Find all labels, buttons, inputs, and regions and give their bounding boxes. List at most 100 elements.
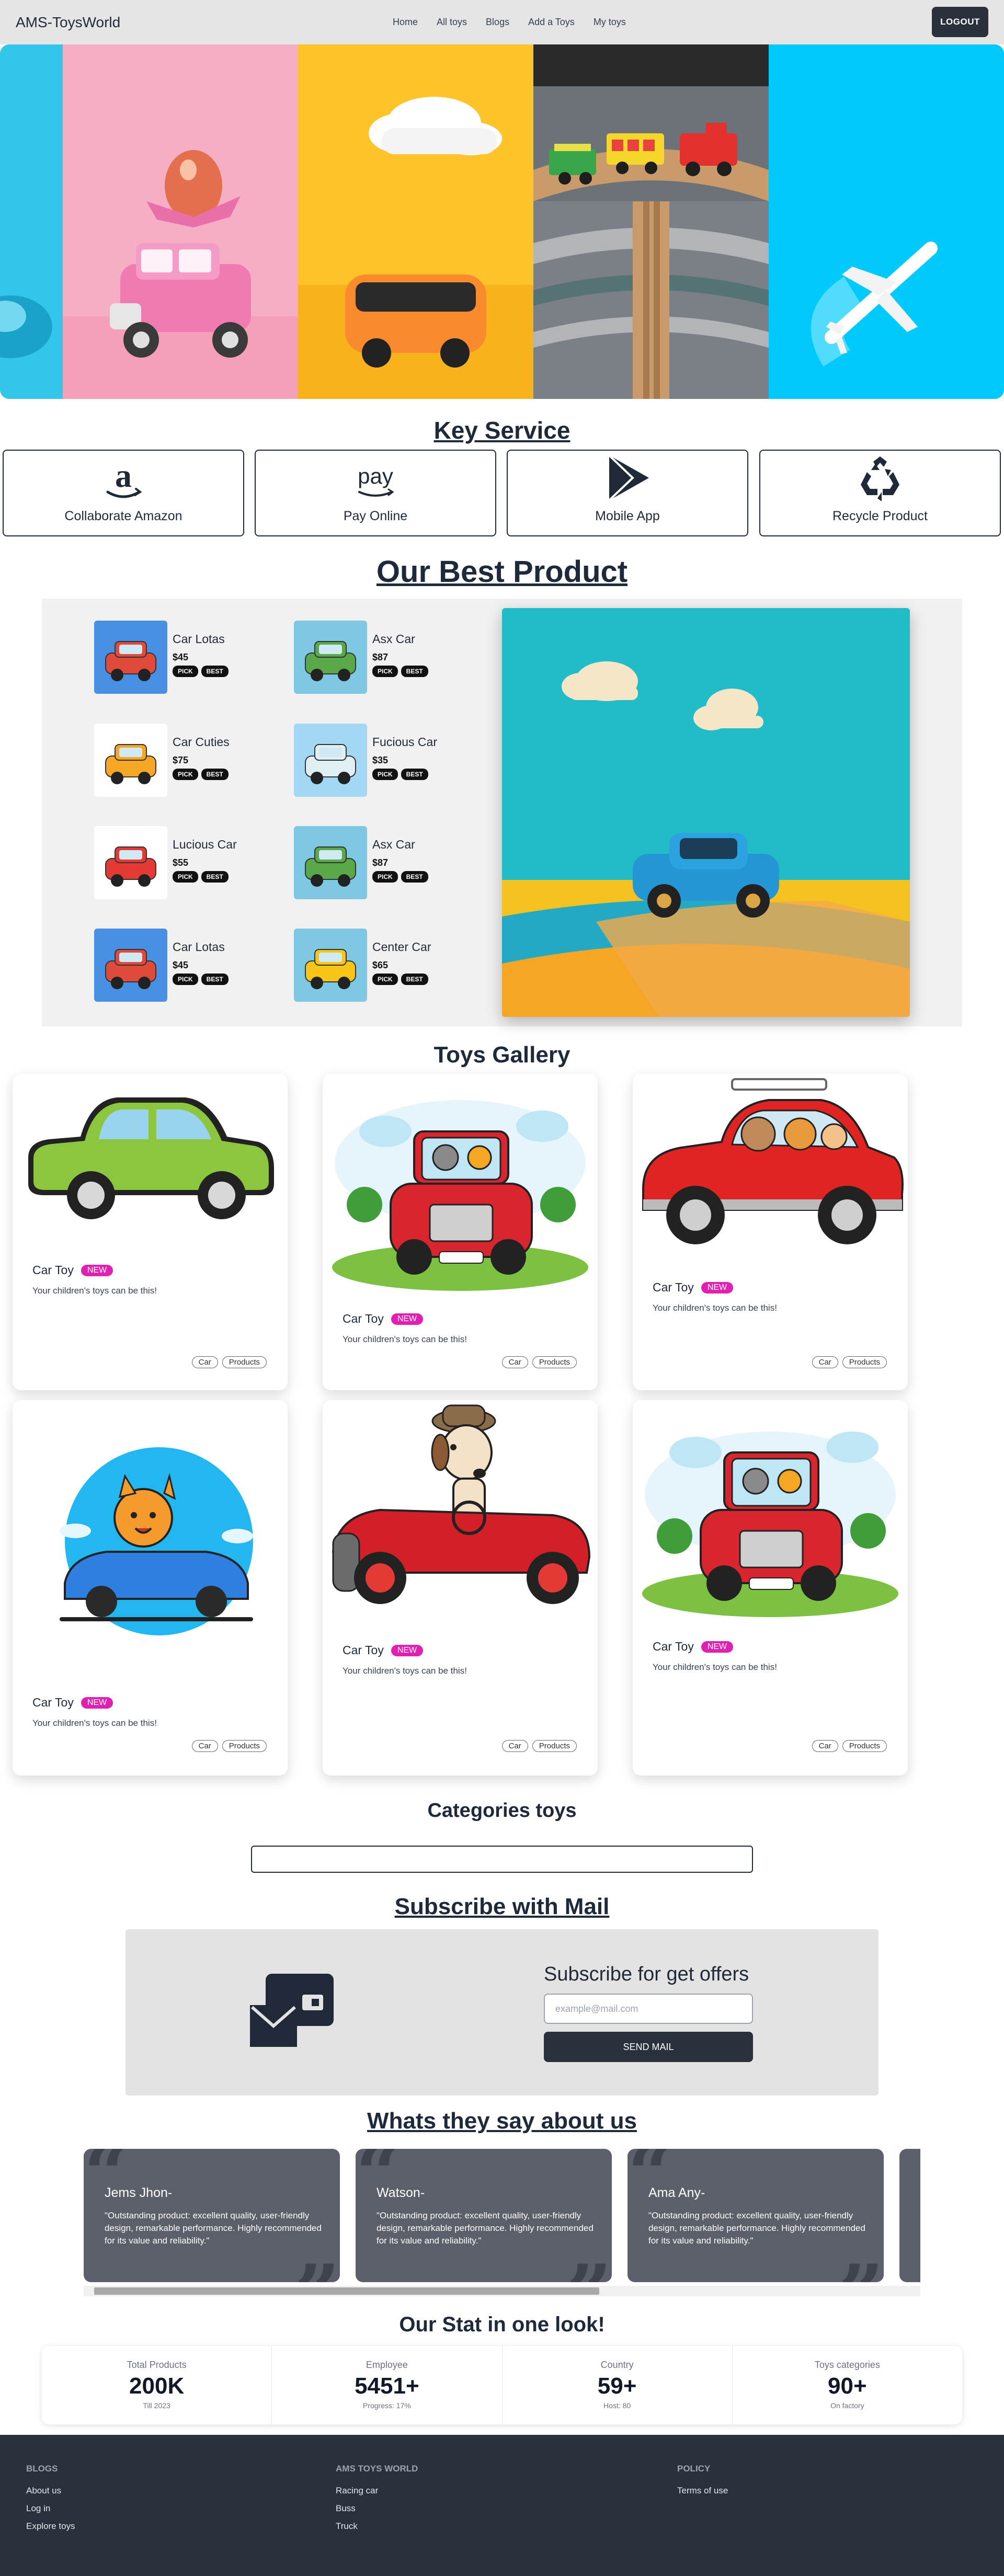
gallery-card[interactable]: Car Toy NEW Your children's toys can be … (633, 1400, 908, 1776)
chip-products[interactable]: Products (532, 1356, 577, 1368)
stat-desc: Host: 80 (603, 2401, 631, 2410)
chip-products[interactable]: Products (842, 1356, 887, 1368)
stat-toys-categories: Toys categories 90+ On factory (733, 2346, 962, 2424)
stat-total-products: Total Products 200K Till 2023 (42, 2346, 272, 2424)
testimonials-carousel[interactable]: “ ” Jems Jhon- "Outstanding product: exc… (84, 2149, 920, 2300)
product-item[interactable]: Fucious Car $35 PICK BEST (294, 724, 482, 802)
toy-car-icon (305, 641, 356, 681)
gallery-card[interactable]: Car Toy NEW Your children's toys can be … (13, 1074, 288, 1390)
logout-button[interactable]: LOGOUT (932, 7, 988, 37)
stats-title: Our Stat in one look! (399, 2313, 605, 2336)
chip-products[interactable]: Products (532, 1740, 577, 1752)
pick-tag: PICK (173, 666, 198, 677)
footer-link-truck[interactable]: Truck (336, 2521, 418, 2532)
product-item[interactable]: Car Lotas $45 PICK BEST (94, 929, 282, 1007)
gallery-image-dog-cat-car (332, 1100, 588, 1291)
footer-link-racing-car[interactable]: Racing car (336, 2486, 418, 2496)
key-service-title: Key Service (433, 417, 571, 444)
nav-link-all-toys[interactable]: All toys (427, 17, 476, 28)
gallery-image-green-car (28, 1097, 274, 1219)
new-badge: NEW (391, 1644, 424, 1656)
product-price: $75 (173, 755, 189, 765)
best-tag: BEST (401, 974, 428, 985)
best-tag: BEST (201, 769, 229, 780)
best-tag: BEST (201, 871, 229, 883)
nav-menu: Home All toys Blogs Add a Toys My toys (383, 0, 635, 44)
chip-products[interactable]: Products (222, 1356, 267, 1368)
gallery-card[interactable]: Car Toy NEW Your children's toys can be … (633, 1074, 908, 1390)
service-card-mobile-app[interactable]: Mobile App (507, 450, 748, 536)
chip-car[interactable]: Car (812, 1356, 838, 1368)
chip-products[interactable]: Products (222, 1740, 267, 1752)
hero-image-pink-truck (63, 44, 298, 399)
best-tag: BEST (401, 666, 428, 677)
footer-heading: AMS TOYS WORLD (336, 2464, 418, 2474)
chip-car[interactable]: Car (501, 1740, 528, 1752)
nav-link-blogs[interactable]: Blogs (476, 17, 519, 28)
product-item[interactable]: Asx Car $87 PICK BEST (294, 621, 482, 699)
hero-panel-train (533, 44, 769, 399)
pick-tag: PICK (372, 871, 398, 883)
product-price: $87 (372, 857, 389, 868)
product-price: $65 (372, 960, 389, 970)
product-item[interactable]: Asx Car $87 PICK BEST (294, 826, 482, 905)
best-product-title: Our Best Product (376, 555, 628, 589)
gallery-card[interactable]: Car Toy NEW Your children's toys can be … (13, 1400, 288, 1776)
card-title: Car Toy (343, 1312, 384, 1325)
send-mail-button[interactable]: SEND MAIL (544, 2032, 753, 2062)
card-description: Your children's toys can be this! (343, 1334, 467, 1344)
quote-close-icon: ” (295, 2248, 340, 2282)
new-badge: NEW (81, 1697, 113, 1709)
chip-products[interactable]: Products (842, 1740, 887, 1752)
product-thumbnail (94, 724, 167, 797)
email-input[interactable]: example@mail.com (544, 1994, 753, 2024)
hero-panel-plane (769, 44, 1004, 399)
best-tag: BEST (401, 769, 428, 780)
testimonial-card-partial (899, 2149, 920, 2282)
footer-link-explore[interactable]: Explore toys (26, 2521, 75, 2532)
stat-title: Country (600, 2360, 634, 2370)
chip-car[interactable]: Car (191, 1740, 218, 1752)
footer-link-login[interactable]: Log in (26, 2503, 75, 2514)
nav-link-my-toys[interactable]: My toys (584, 17, 635, 28)
product-item[interactable]: Car Cuties $75 PICK BEST (94, 724, 282, 802)
testimonial-card: “ ” Watson- "Outstanding product: excell… (356, 2149, 612, 2282)
chip-car[interactable]: Car (501, 1356, 528, 1368)
toy-car-icon (105, 949, 156, 989)
gallery-card[interactable]: Car Toy NEW Your children's toys can be … (323, 1074, 598, 1390)
service-card-pay[interactable]: pay Pay Online (255, 450, 496, 536)
nav-link-add-toys[interactable]: Add a Toys (519, 17, 584, 28)
service-card-amazon[interactable]: a Collaborate Amazon (3, 450, 244, 536)
stat-value: 59+ (597, 2373, 637, 2399)
gallery-card[interactable]: Car Toy NEW Your children's toys can be … (323, 1400, 598, 1776)
chip-car[interactable]: Car (812, 1740, 838, 1752)
card-description: Your children's toys can be this! (32, 1718, 157, 1728)
card-title-row: Car Toy NEW (32, 1263, 113, 1277)
service-label: Mobile App (595, 509, 660, 523)
stat-employee: Employee 5451+ Progress: 17% (272, 2346, 503, 2424)
product-price: $45 (173, 652, 189, 662)
chip-car[interactable]: Car (191, 1356, 218, 1368)
footer-link-about[interactable]: About us (26, 2486, 75, 2496)
categories-tab-container[interactable] (251, 1846, 753, 1873)
testimonial-name: Jems Jhon- (105, 2185, 173, 2200)
footer-col-policy: POLICY Terms of use (677, 2464, 728, 2503)
quote-close-icon: ” (567, 2248, 612, 2282)
card-title: Car Toy (32, 1263, 74, 1277)
product-item[interactable]: Lucious Car $55 PICK BEST (94, 826, 282, 905)
footer-link-terms[interactable]: Terms of use (677, 2486, 728, 2496)
carousel-scrollbar-thumb[interactable] (94, 2287, 599, 2295)
toy-car-icon (105, 846, 156, 887)
pick-tag: PICK (173, 769, 198, 780)
product-item[interactable]: Center Car $65 PICK BEST (294, 929, 482, 1007)
featured-blue-car-image (502, 608, 910, 1017)
toy-car-icon (305, 846, 356, 887)
product-thumbnail (294, 826, 367, 899)
brand-logo[interactable]: AMS-ToysWorld (16, 14, 120, 31)
service-card-recycle[interactable]: Recycle Product (759, 450, 1001, 536)
footer-link-buss[interactable]: Buss (336, 2503, 418, 2514)
nav-link-home[interactable]: Home (383, 17, 427, 28)
product-item[interactable]: Car Lotas $45 PICK BEST (94, 621, 282, 699)
service-label: Collaborate Amazon (64, 509, 182, 523)
product-name: Lucious Car (173, 838, 237, 851)
